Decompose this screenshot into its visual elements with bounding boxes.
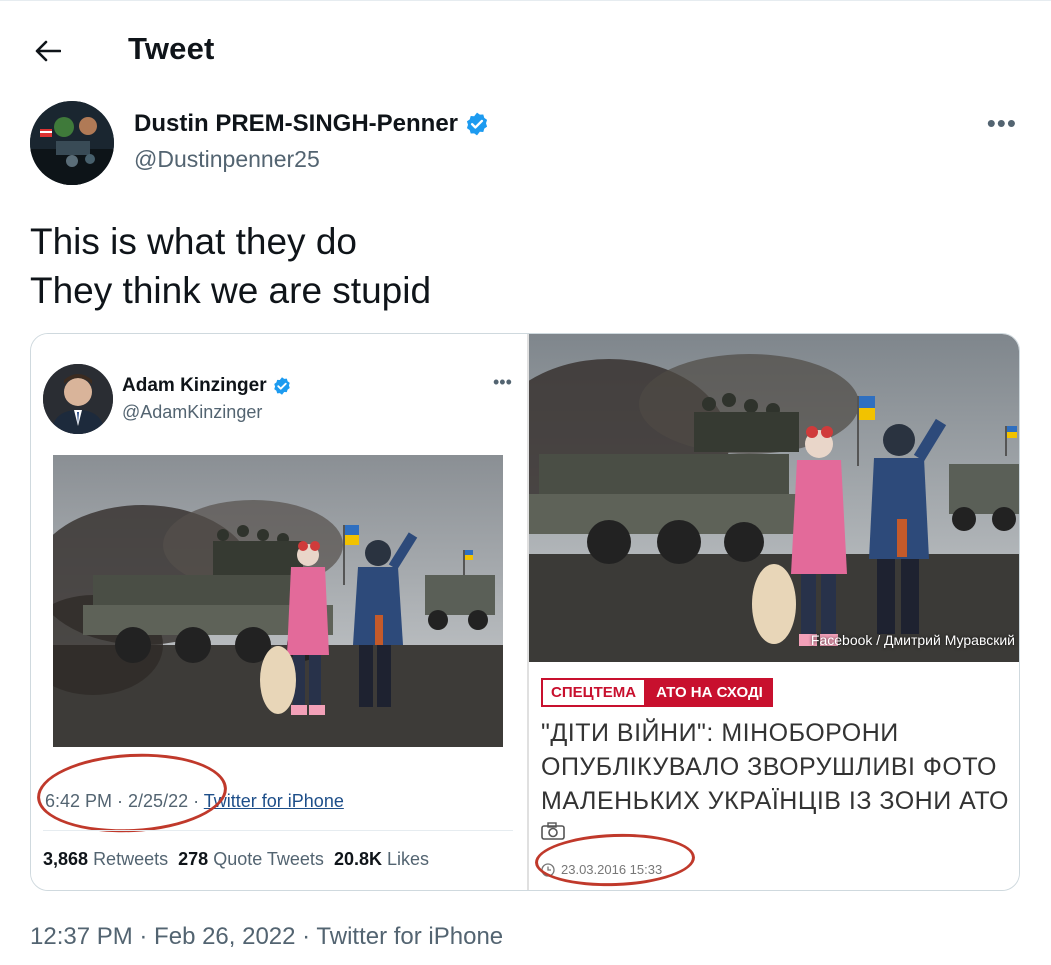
tag-special-topic: СПЕЦТЕМА (541, 678, 647, 707)
tweet-media[interactable]: Adam Kinzinger @AdamKinzinger ••• 6:42 P… (30, 333, 1020, 891)
photo-credit: Facebook / Дмитрий Муравский (810, 632, 1015, 648)
quotes-label: Quote Tweets (213, 849, 324, 869)
more-icon: ••• (493, 372, 512, 392)
embedded-tweet-screenshot[interactable]: Adam Kinzinger @AdamKinzinger ••• 6:42 P… (31, 334, 524, 890)
quotes-count: 278 (178, 849, 209, 869)
embedded-tweet-stats: 3,868 Retweets 278 Quote Tweets 20.8K Li… (43, 849, 429, 870)
author-handle[interactable]: @Dustinpenner25 (134, 146, 320, 173)
author-name[interactable]: Dustin PREM-SINGH-Penner (134, 110, 490, 138)
divider (43, 830, 513, 831)
retweets-count: 3,868 (43, 849, 89, 869)
retweets-label: Retweets (93, 849, 169, 869)
verified-badge-icon (273, 377, 290, 395)
more-button[interactable]: ••• (987, 110, 1017, 136)
news-photo: Facebook / Дмитрий Муравский (529, 334, 1019, 662)
embedded-avatar (43, 364, 113, 434)
tweet-page: Tweet Dustin PREM-SINGH-Penner @Dustinpe… (0, 0, 1051, 965)
annotation-circle (35, 749, 229, 837)
header: Tweet (0, 1, 1051, 101)
tweet-timestamp[interactable]: 12:37 PM · Feb 26, 2022 · Twitter for iP… (30, 923, 503, 951)
news-headline: "ДІТИ ВІЙНИ": МІНОБОРОНИ ОПУБЛІКУВАЛО ЗВ… (541, 719, 1009, 815)
camera-icon (541, 822, 565, 840)
more-icon: ••• (986, 108, 1017, 138)
embedded-author-handle: @AdamKinzinger (122, 402, 263, 422)
author-name-text: Dustin PREM-SINGH-Penner (134, 110, 459, 137)
news-article-screenshot[interactable]: Facebook / Дмитрий Муравский СПЕЦТЕМА АТ… (527, 334, 1019, 890)
back-button[interactable] (30, 33, 66, 69)
news-tags: СПЕЦТЕМА АТО НА СХОДІ (541, 678, 773, 707)
verified-badge-icon (466, 112, 488, 136)
embedded-photo (53, 455, 503, 747)
likes-label: Likes (387, 849, 430, 869)
tag-ato-east: АТО НА СХОДІ (646, 678, 773, 707)
likes-count: 20.8K (333, 849, 382, 869)
embedded-author-name: Adam Kinzinger (122, 375, 292, 397)
avatar[interactable] (30, 101, 114, 185)
page-title: Tweet (128, 31, 215, 66)
tweet-text: This is what they do They think we are s… (30, 221, 432, 311)
back-arrow-icon (35, 40, 61, 62)
embedded-author-name-text: Adam Kinzinger (122, 375, 267, 396)
